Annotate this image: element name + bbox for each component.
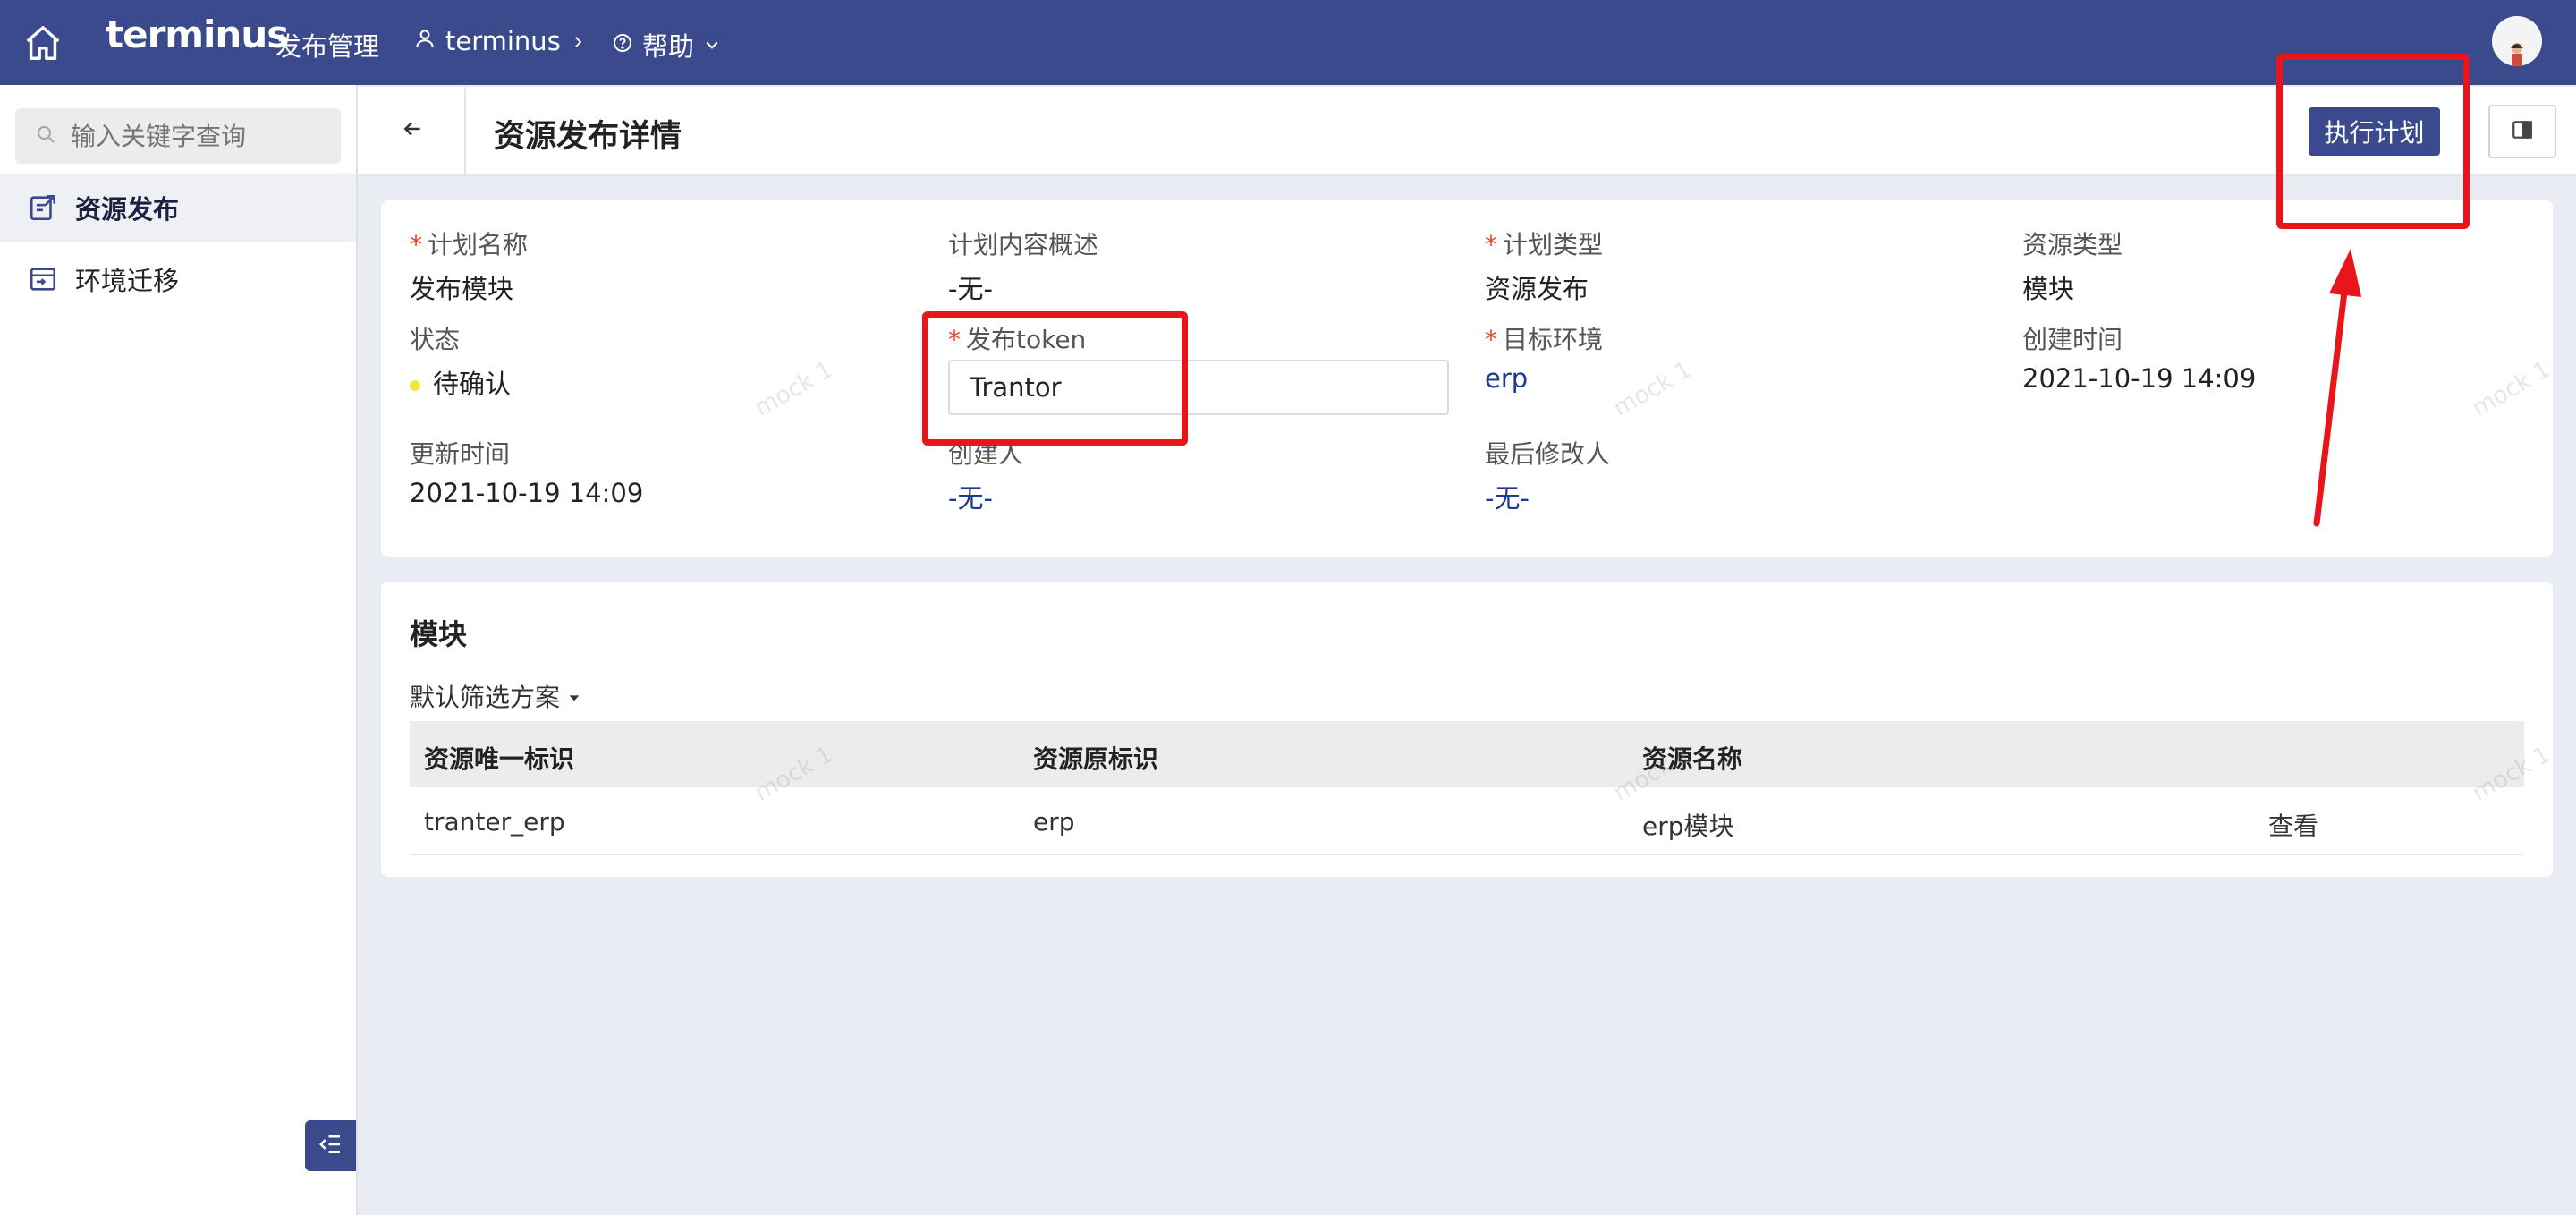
user-icon: [413, 26, 436, 56]
home-icon[interactable]: [18, 18, 68, 68]
sidebar-search[interactable]: [15, 108, 341, 164]
side-panel-icon: [2511, 118, 2534, 145]
updated-time-value: 2021-10-19 14:09: [410, 478, 644, 508]
modules-title: 模块: [410, 617, 468, 651]
column-header-uid: 资源唯一标识: [424, 744, 575, 774]
table-header: [410, 721, 2524, 787]
sidebar-item-env-migration[interactable]: 环境迁移: [0, 245, 356, 313]
search-input[interactable]: [69, 120, 341, 152]
resource-type-label: 资源类型: [2022, 230, 2123, 259]
status-value: 待确认: [410, 363, 511, 401]
status-label: 状态: [410, 325, 461, 354]
cell-uid: tranter_erp: [424, 807, 565, 837]
sidebar-item-label: 资源发布: [75, 194, 180, 225]
view-link[interactable]: 查看: [2268, 807, 2318, 843]
annotation-highlight-token: [922, 311, 1188, 446]
top-navbar: [0, 0, 2576, 85]
toggle-panel-button[interactable]: [2488, 105, 2556, 158]
updated-time-label: 更新时间: [410, 439, 511, 469]
plan-desc-label: 计划内容概述: [948, 230, 1099, 259]
created-time-value: 2021-10-19 14:09: [2022, 363, 2257, 394]
annotation-arrow: [2313, 249, 2361, 527]
last-modifier-link[interactable]: -无-: [1485, 478, 1530, 515]
brand-logo[interactable]: terminus: [106, 13, 289, 56]
avatar[interactable]: [2492, 16, 2542, 66]
arrow-left-icon: [401, 114, 424, 148]
target-env-link[interactable]: erp: [1485, 363, 1528, 394]
help-menu[interactable]: 帮助: [612, 26, 721, 64]
sidebar-item-label: 环境迁移: [75, 266, 180, 296]
plan-type-value: 资源发布: [1485, 274, 1589, 304]
target-env-label: * 目标环境: [1485, 325, 1604, 354]
help-label: 帮助: [642, 31, 695, 62]
user-menu[interactable]: terminus: [413, 26, 586, 56]
caret-down-icon: [567, 682, 581, 711]
search-icon: [35, 123, 56, 149]
publish-icon: [27, 191, 59, 224]
app-title[interactable]: 发布管理: [275, 26, 379, 64]
resource-type-value: 模块: [2022, 274, 2075, 304]
cell-name: erp模块: [1642, 811, 1734, 841]
status-dot: [410, 380, 420, 391]
page-header: [358, 87, 2576, 176]
created-time-label: 创建时间: [2022, 325, 2123, 354]
plan-name-label: * 计划名称: [410, 230, 529, 259]
filter-scheme-label: 默认筛选方案: [410, 683, 561, 712]
header-divider: [464, 87, 466, 174]
migrate-icon: [27, 263, 59, 295]
plan-name-value: 发布模块: [410, 274, 514, 304]
help-icon: [612, 30, 633, 60]
cell-origin: erp: [1033, 807, 1075, 837]
user-name: terminus: [445, 26, 561, 56]
filter-scheme-dropdown[interactable]: 默认筛选方案: [410, 678, 581, 714]
back-button[interactable]: [376, 104, 449, 157]
plan-desc-value: -无-: [948, 274, 993, 304]
collapse-sidebar-button[interactable]: [305, 1120, 356, 1171]
chevron-down-icon: [703, 30, 721, 60]
creator-link[interactable]: -无-: [948, 478, 993, 515]
last-modifier-label: 最后修改人: [1485, 439, 1611, 469]
chevron-right-icon: [570, 26, 586, 56]
annotation-highlight-execute: [2276, 54, 2470, 229]
page-title: 资源发布详情: [494, 119, 682, 155]
sidebar-item-resource-publish[interactable]: 资源发布: [0, 174, 356, 242]
plan-type-label: * 计划类型: [1485, 230, 1604, 259]
table-row-divider: [410, 854, 2524, 855]
collapse-icon: [318, 1131, 344, 1161]
column-header-origin: 资源原标识: [1033, 744, 1159, 774]
